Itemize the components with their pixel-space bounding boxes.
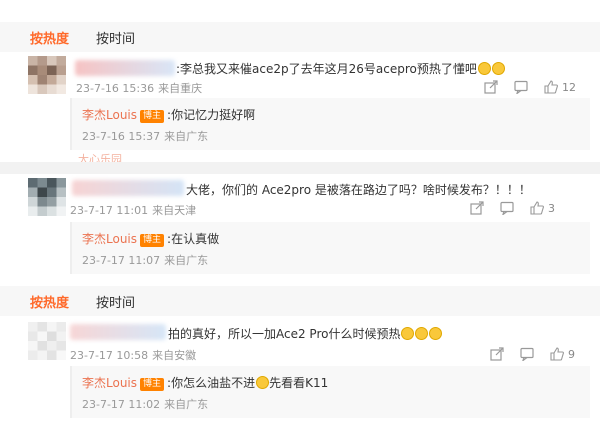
emoji-icon bbox=[415, 327, 429, 340]
like-button[interactable]: 9 bbox=[550, 347, 575, 361]
comment-meta: 23-7-17 11:01 来自天津 bbox=[70, 204, 197, 217]
thumbs-up-icon bbox=[530, 201, 544, 215]
emoji-icon bbox=[477, 62, 491, 75]
sort-by-hot-tab[interactable]: 按热度 bbox=[30, 28, 69, 47]
comment-icon[interactable] bbox=[520, 347, 534, 361]
reply-meta: 23-7-17 11:02 来自广东 bbox=[82, 398, 209, 411]
reply-text: :你怎么油盐不进 bbox=[167, 376, 256, 390]
reply-box: 李杰Louis 博主:你怎么油盐不进 先看看K11 23-7-17 11:02 来自广… bbox=[70, 366, 590, 418]
comment-icon[interactable] bbox=[500, 201, 514, 215]
comment-actions: 12 bbox=[484, 80, 576, 94]
like-count: 3 bbox=[548, 201, 555, 215]
reply-text: :在认真做 bbox=[167, 232, 220, 246]
sort-by-hot-tab[interactable]: 按热度 bbox=[30, 292, 69, 311]
thumbs-up-icon bbox=[544, 80, 558, 94]
blogger-badge: 博主 bbox=[140, 234, 165, 247]
like-count: 9 bbox=[568, 347, 575, 361]
avatar[interactable] bbox=[28, 178, 66, 216]
reply-meta: 23-7-17 11:07 来自广东 bbox=[82, 254, 209, 267]
thumbs-up-icon bbox=[550, 347, 564, 361]
reply-text: :你记忆力挺好啊 bbox=[167, 108, 256, 122]
reply-author[interactable]: 李杰Louis bbox=[82, 376, 137, 390]
like-button[interactable]: 12 bbox=[544, 80, 576, 94]
username-redacted[interactable] bbox=[75, 60, 175, 76]
like-count: 12 bbox=[562, 80, 576, 94]
reply-author[interactable]: 李杰Louis bbox=[82, 232, 137, 246]
comment-actions: 3 bbox=[470, 201, 555, 215]
username-redacted[interactable] bbox=[72, 180, 184, 196]
reply-author[interactable]: 李杰Louis bbox=[82, 108, 137, 122]
reply-box: 李杰Louis 博主:在认真做 23-7-17 11:07 来自广东 bbox=[70, 222, 590, 274]
sort-bar: 按热度 按时间 bbox=[0, 22, 600, 52]
blogger-badge: 博主 bbox=[140, 378, 165, 391]
comment-text: 拍的真好，所以一加Ace2 Pro什么时候预热 bbox=[168, 325, 443, 342]
reply-meta: 23-7-16 15:37 来自广东 bbox=[82, 130, 209, 143]
emoji-icon bbox=[429, 327, 443, 340]
reply-box: 李杰Louis 博主:你记忆力挺好啊 23-7-16 15:37 来自广东 bbox=[70, 98, 590, 150]
comment-icon[interactable] bbox=[514, 80, 528, 94]
comment-actions: 9 bbox=[490, 347, 575, 361]
emoji-icon bbox=[256, 376, 270, 389]
sort-by-time-tab[interactable]: 按时间 bbox=[96, 28, 135, 47]
comment-meta: 23-7-16 15:36 来自重庆 bbox=[76, 82, 203, 95]
share-icon[interactable] bbox=[490, 347, 504, 361]
share-icon[interactable] bbox=[470, 201, 484, 215]
comment-text: :李总我又来催ace2p了去年这月26号acepro预热了懂吧 bbox=[176, 60, 505, 77]
share-icon[interactable] bbox=[484, 80, 498, 94]
emoji-icon bbox=[401, 327, 415, 340]
emoji-icon bbox=[491, 62, 505, 75]
avatar[interactable] bbox=[28, 322, 66, 360]
avatar[interactable] bbox=[28, 56, 66, 94]
section-divider bbox=[0, 162, 600, 174]
like-button[interactable]: 3 bbox=[530, 201, 555, 215]
sort-bar: 按热度 按时间 bbox=[0, 286, 600, 316]
username-redacted[interactable] bbox=[70, 324, 166, 340]
sort-by-time-tab[interactable]: 按时间 bbox=[96, 292, 135, 311]
comment-meta: 23-7-17 10:58 来自安徽 bbox=[70, 349, 197, 362]
blogger-badge: 博主 bbox=[140, 110, 165, 123]
comment-text: 大佬，你们的 Ace2pro 是被落在路边了吗？啥时候发布？！！！ bbox=[186, 183, 531, 197]
reply-text-2: 先看看K11 bbox=[269, 376, 329, 390]
